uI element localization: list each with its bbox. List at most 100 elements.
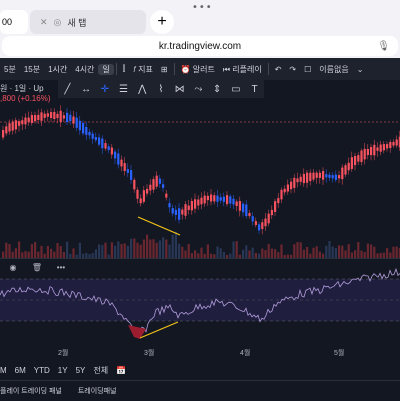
range-m[interactable]: M bbox=[0, 366, 7, 375]
volume-bar bbox=[117, 241, 120, 258]
templates-icon[interactable]: ⊞ bbox=[157, 65, 172, 74]
chart-type-icon[interactable]: ⫿ bbox=[119, 64, 130, 74]
volume-bar bbox=[59, 246, 62, 258]
indicators-icon: 𝑓 bbox=[133, 64, 136, 74]
crosshair-icon[interactable]: ✛ bbox=[98, 84, 112, 95]
volume-bar bbox=[24, 251, 27, 258]
candle bbox=[75, 117, 78, 128]
divergence-line-price bbox=[137, 216, 181, 236]
pattern-icon[interactable]: ⋀ bbox=[135, 84, 149, 95]
volume-bar bbox=[142, 239, 145, 258]
volume-bar bbox=[328, 241, 331, 258]
volume-bar bbox=[98, 244, 101, 258]
volume-bar bbox=[126, 245, 129, 258]
range-1y[interactable]: 1Y bbox=[58, 366, 68, 375]
interval-5m[interactable]: 5분 bbox=[0, 64, 20, 75]
alert-button[interactable]: ⏰ 알러트 bbox=[177, 64, 219, 75]
indicators-button[interactable]: 𝑓 지표 bbox=[129, 64, 156, 75]
tab-replay-trading[interactable]: 플레이 트레이딩 패널 bbox=[0, 386, 62, 396]
candle bbox=[392, 141, 395, 146]
candle bbox=[328, 174, 331, 178]
tab-trading-panel[interactable]: 트레이딩패널 bbox=[78, 386, 117, 396]
fib-icon[interactable]: ☰ bbox=[117, 84, 131, 95]
redo-icon[interactable]: ↷ bbox=[285, 65, 300, 74]
path-icon[interactable]: ⤳ bbox=[191, 84, 205, 95]
tab-active[interactable]: 00 bbox=[0, 10, 28, 34]
volume-bar bbox=[373, 246, 376, 258]
candle bbox=[88, 131, 91, 136]
volume-bar bbox=[104, 242, 107, 258]
microphone-icon[interactable]: 🎙 bbox=[377, 41, 390, 52]
volume-bar bbox=[306, 246, 309, 258]
candle bbox=[152, 179, 155, 190]
interval-1h[interactable]: 1시간 bbox=[44, 64, 71, 75]
candle bbox=[85, 127, 88, 135]
candle bbox=[78, 120, 81, 131]
volume-bar bbox=[235, 241, 238, 258]
volume-bar bbox=[5, 242, 8, 258]
interval-15m[interactable]: 15분 bbox=[20, 64, 44, 75]
chevron-down-icon[interactable]: ⌄ bbox=[353, 65, 368, 74]
range-all[interactable]: 전체 bbox=[93, 365, 108, 376]
price-change: ,800 (+0.16%) bbox=[0, 94, 51, 103]
candle bbox=[354, 156, 357, 166]
volume-bar bbox=[14, 248, 17, 258]
price-chart[interactable] bbox=[0, 80, 400, 346]
range-icon[interactable]: ⇕ bbox=[210, 84, 224, 95]
wave-icon[interactable]: ⌇ bbox=[154, 84, 168, 95]
candle bbox=[107, 146, 110, 151]
pane-controls: ◉ 🗑 ••• bbox=[6, 261, 68, 273]
candle bbox=[165, 193, 168, 198]
symbol-legend[interactable]: 원 · 1일 · Up bbox=[0, 83, 44, 94]
text-icon[interactable]: T bbox=[248, 84, 262, 95]
candle bbox=[104, 143, 107, 149]
replay-button[interactable]: ⏮ 리플레이 bbox=[219, 64, 266, 75]
range-ytd[interactable]: YTD bbox=[34, 366, 50, 375]
volume-bar bbox=[46, 245, 49, 258]
range-5y[interactable]: 5Y bbox=[76, 366, 86, 375]
volume-bar bbox=[366, 243, 369, 258]
layout-name[interactable]: 이름없음 bbox=[315, 64, 352, 75]
candle bbox=[187, 205, 190, 211]
more-icon[interactable]: ••• bbox=[54, 263, 68, 272]
trendline-icon[interactable]: ╱ bbox=[60, 84, 74, 95]
tab-close-icon[interactable]: ✕ bbox=[40, 17, 48, 28]
candle bbox=[302, 173, 305, 184]
candle bbox=[98, 137, 101, 145]
address-bar[interactable]: kr.tradingview.com 🎙 bbox=[2, 36, 398, 56]
range-selector: M 6M YTD 1Y 5Y 전체 📅 bbox=[0, 362, 400, 378]
trash-icon[interactable]: 🗑 bbox=[30, 263, 44, 272]
undo-icon[interactable]: ↶ bbox=[271, 65, 286, 74]
candle bbox=[94, 137, 97, 141]
more-dots-icon[interactable]: ••• bbox=[192, 2, 213, 13]
volume-bar bbox=[245, 245, 248, 258]
interval-4h[interactable]: 4시간 bbox=[71, 64, 98, 75]
volume-bar bbox=[110, 242, 113, 258]
candle bbox=[274, 201, 277, 212]
new-tab-button[interactable]: + bbox=[150, 10, 174, 34]
interval-1d[interactable]: 일 bbox=[98, 63, 114, 75]
elliott-icon[interactable]: ⋈ bbox=[173, 84, 187, 95]
pane-divider[interactable] bbox=[0, 258, 400, 259]
volume-bar bbox=[66, 241, 69, 258]
candle bbox=[270, 209, 273, 216]
candle bbox=[117, 153, 120, 165]
volume-bar bbox=[200, 247, 203, 258]
layout-icon[interactable]: ☐ bbox=[300, 65, 315, 74]
candle bbox=[389, 142, 392, 149]
volume-bars bbox=[2, 231, 400, 258]
rectangle-icon[interactable]: ▭ bbox=[229, 84, 243, 95]
tab-new[interactable]: ✕ ◎ 새 탭 bbox=[30, 10, 146, 34]
candle bbox=[114, 151, 117, 159]
range-6m[interactable]: 6M bbox=[15, 366, 26, 375]
calendar-icon[interactable]: 📅 bbox=[116, 366, 126, 375]
candle bbox=[133, 179, 136, 190]
eye-icon[interactable]: ◉ bbox=[6, 263, 20, 272]
candle bbox=[168, 203, 171, 208]
candle bbox=[235, 201, 238, 206]
candle bbox=[40, 112, 43, 121]
ray-icon[interactable]: ↔ bbox=[79, 84, 93, 95]
volume-bar bbox=[395, 246, 398, 258]
volume-bar bbox=[146, 234, 149, 258]
volume-bar bbox=[171, 234, 174, 258]
